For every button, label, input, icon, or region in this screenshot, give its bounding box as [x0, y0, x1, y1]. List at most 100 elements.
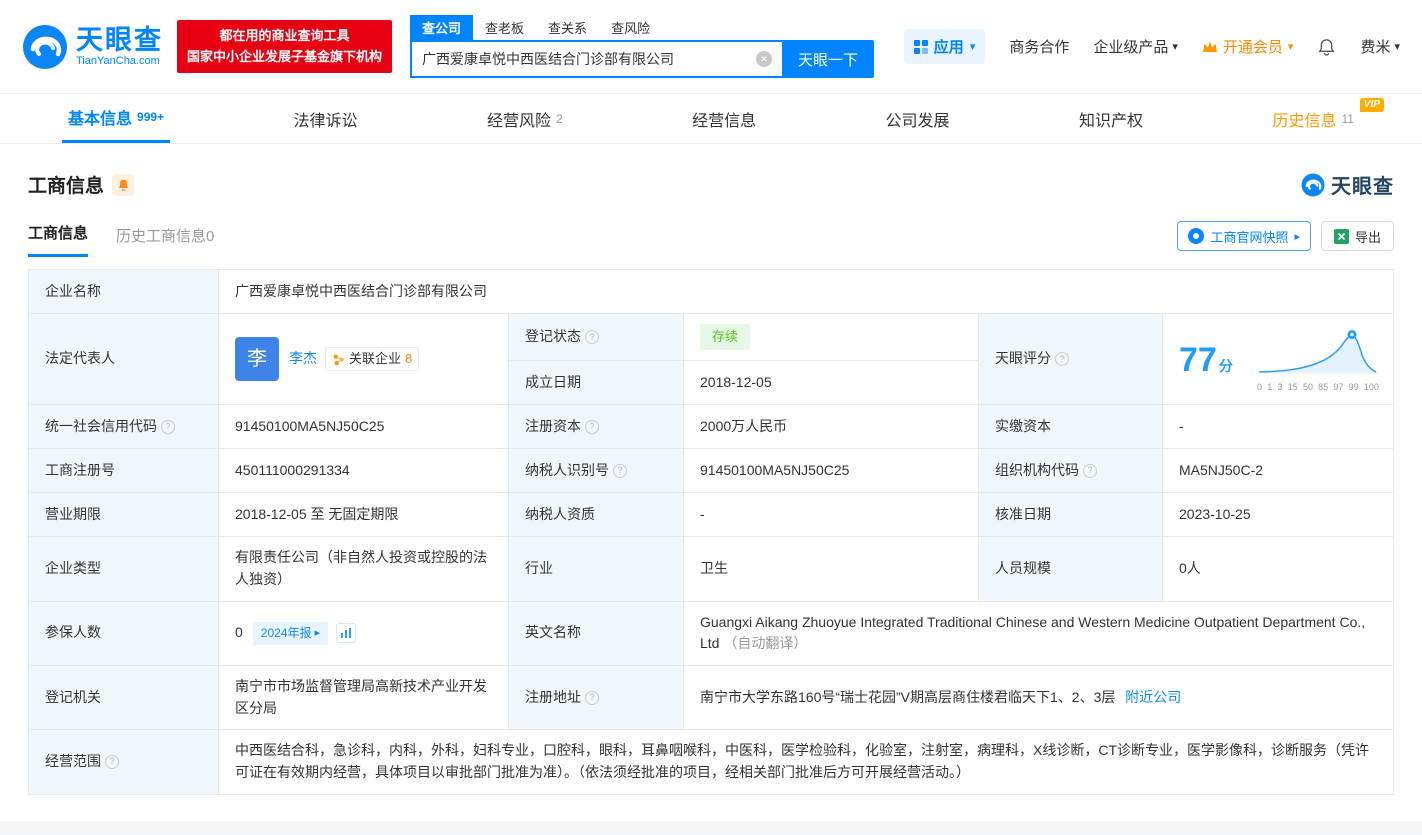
table-row: 登记机关 南宁市市场监督管理局高新技术产业开发区分局 注册地址 ? 南宁市大学东… — [29, 665, 1393, 731]
help-icon[interactable]: ? — [1055, 352, 1069, 367]
label-staff-size: 人员规模 — [979, 537, 1163, 602]
brand-domain: TianYanCha.com — [76, 54, 160, 67]
label-industry: 行业 — [509, 537, 684, 602]
field-label: 注册资本 — [525, 417, 581, 434]
nav-tab-legal[interactable]: 法律诉讼 — [287, 94, 363, 143]
caret-down-icon: ▾ — [1172, 41, 1178, 53]
label-paid-capital: 实缴资本 — [979, 405, 1163, 450]
search-button[interactable]: 天眼一下 — [782, 40, 875, 78]
nav-tab-badge: 999+ — [137, 110, 165, 124]
field-value: 南宁市市场监督管理局高新技术产业开发区分局 — [235, 677, 487, 716]
nav-tab-development[interactable]: 公司发展 — [880, 94, 956, 143]
value-registration-number: 450111000291334 — [219, 449, 509, 494]
nav-tab-label: 历史信息 — [1272, 112, 1337, 130]
subtab-history-business-info[interactable]: 历史工商信息0 — [116, 225, 214, 257]
value-industry: 卫生 — [684, 537, 979, 602]
related-companies-badge[interactable]: 关联企业 8 — [325, 347, 420, 372]
subscribe-bell-icon[interactable] — [112, 173, 135, 196]
value-company-name: 广西爱康卓悦中西医结合门诊部有限公司 — [219, 270, 1393, 314]
label-taxpayer-id: 纳税人识别号 ? — [509, 449, 684, 494]
section-title: 工商信息 — [28, 176, 105, 197]
nav-tab-history[interactable]: 历史信息 11 VIP — [1266, 94, 1384, 143]
score-number: 77 分 — [1179, 334, 1233, 387]
value-tianyan-score: 77 分 0 1 3 15 50 85 97 99 100 — [1163, 314, 1393, 406]
search-tab-risk[interactable]: 查风险 — [599, 15, 662, 40]
field-label: 成立日期 — [525, 373, 581, 390]
value-taxpayer-quality: - — [684, 493, 979, 538]
nav-tab-badge: 2 — [555, 111, 563, 126]
clear-search-icon[interactable]: ✕ — [756, 51, 773, 67]
field-label: 组织机构代码 — [995, 461, 1079, 478]
value-registration-status: 存续 — [684, 314, 979, 362]
annual-report-badge[interactable]: 2024年报 ▸ — [252, 621, 329, 645]
label-tianyan-score: 天眼评分 ? — [979, 314, 1163, 406]
table-row: 企业类型 有限责任公司（非自然人投资或控股的法人独资） 行业 卫生 人员规模 0… — [29, 537, 1393, 602]
table-row: 工商注册号 450111000291334 纳税人识别号 ? 91450100M… — [29, 449, 1393, 494]
apps-label: 应用 — [933, 39, 964, 56]
caret-down-icon: ▾ — [1394, 41, 1400, 53]
enterprise-products-menu[interactable]: 企业级产品 ▾ — [1093, 36, 1178, 57]
nearby-companies-link[interactable]: 附近公司 — [1125, 689, 1181, 705]
field-value: 2000万人民币 — [700, 417, 788, 434]
open-vip-menu[interactable]: 开通会员 ▾ — [1202, 36, 1293, 57]
business-cooperation-link[interactable]: 商务合作 — [1009, 36, 1069, 57]
label-credit-code: 统一社会信用代码 ? — [29, 405, 219, 450]
help-icon[interactable]: ? — [161, 419, 175, 434]
value-org-code: MA5NJ50C-2 — [1163, 449, 1393, 494]
label-legal-representative: 法定代表人 — [29, 314, 219, 406]
field-value: 450111000291334 — [235, 461, 350, 478]
score-axis: 0 1 3 15 50 85 97 99 100 — [1257, 382, 1379, 393]
field-label: 纳税人识别号 — [525, 461, 609, 478]
related-companies-count: 8 — [405, 351, 413, 366]
legal-rep-avatar[interactable]: 李 — [235, 337, 279, 382]
field-value: 91450100MA5NJ50C25 — [235, 417, 385, 434]
apps-menu[interactable]: 应用 ▾ — [903, 29, 986, 64]
score-curve-chart: 0 1 3 15 50 85 97 99 100 — [1257, 328, 1379, 393]
search-tabs: 查公司 查老板 查关系 查风险 — [410, 15, 874, 40]
tianyancha-logo[interactable]: 天眼查 TianYanCha.com — [22, 24, 163, 70]
search-tab-company[interactable]: 查公司 — [410, 15, 474, 40]
help-icon[interactable]: ? — [105, 754, 119, 769]
help-icon[interactable]: ? — [585, 690, 599, 705]
label-registration-authority: 登记机关 — [29, 665, 219, 731]
search-tab-boss[interactable]: 查老板 — [473, 15, 536, 40]
field-value: MA5NJ50C-2 — [1179, 461, 1264, 478]
table-row: 参保人数 0 2024年报 ▸ 英文名称 Guangxi Aikang Zhuo… — [29, 601, 1393, 666]
help-icon[interactable]: ? — [585, 330, 599, 345]
tianyancha-logo-icon — [23, 24, 67, 69]
help-icon[interactable]: ? — [585, 419, 599, 434]
nav-tab-basic-info[interactable]: 基本信息 999+ — [62, 94, 171, 143]
search-tab-relation[interactable]: 查关系 — [536, 15, 599, 40]
status-badge: 存续 — [700, 324, 751, 351]
promo-banner[interactable]: 都在用的商业查询工具 国家中小企业发展子基金旗下机构 — [177, 20, 393, 73]
field-value: 91450100MA5NJ50C25 — [700, 461, 850, 478]
legal-rep-name-link[interactable]: 李杰 — [289, 348, 317, 370]
annual-report-trend-icon[interactable] — [336, 623, 357, 644]
label-registered-capital: 注册资本 ? — [509, 405, 684, 450]
field-value: 0 — [235, 624, 243, 641]
field-label: 统一社会信用代码 — [45, 417, 157, 434]
value-company-type: 有限责任公司（非自然人投资或控股的法人独资） — [219, 537, 509, 602]
value-business-term: 2018-12-05 至 无固定期限 — [219, 493, 509, 538]
search-input[interactable] — [410, 40, 783, 78]
enterprise-products-label: 企业级产品 — [1093, 39, 1169, 56]
related-companies-icon — [333, 354, 344, 365]
user-menu[interactable]: 费米 ▾ — [1360, 36, 1400, 57]
official-snapshot-button[interactable]: 工商官网快照 ▸ — [1177, 221, 1311, 251]
help-icon[interactable]: ? — [613, 463, 627, 478]
nav-tab-label: 法律诉讼 — [293, 112, 358, 130]
value-staff-size: 0人 — [1163, 537, 1393, 602]
subtab-business-info[interactable]: 工商信息 — [28, 222, 89, 257]
value-english-name: Guangxi Aikang Zhuoyue Integrated Tradit… — [684, 602, 1393, 666]
nav-tab-ip[interactable]: 知识产权 — [1073, 94, 1149, 143]
excel-icon — [1333, 228, 1349, 244]
caret-down-icon: ▾ — [969, 41, 976, 53]
help-icon[interactable]: ? — [1083, 463, 1097, 478]
value-establish-date: 2018-12-05 — [684, 361, 979, 406]
tianyancha-watermark: 天眼查 — [1301, 170, 1394, 199]
nav-tab-operation[interactable]: 经营信息 — [686, 94, 762, 143]
nav-tab-risk[interactable]: 经营风险 2 — [481, 94, 569, 143]
export-button[interactable]: 导出 — [1320, 221, 1394, 251]
notification-bell-icon[interactable] — [1317, 37, 1336, 57]
label-org-code: 组织机构代码 ? — [979, 449, 1163, 494]
